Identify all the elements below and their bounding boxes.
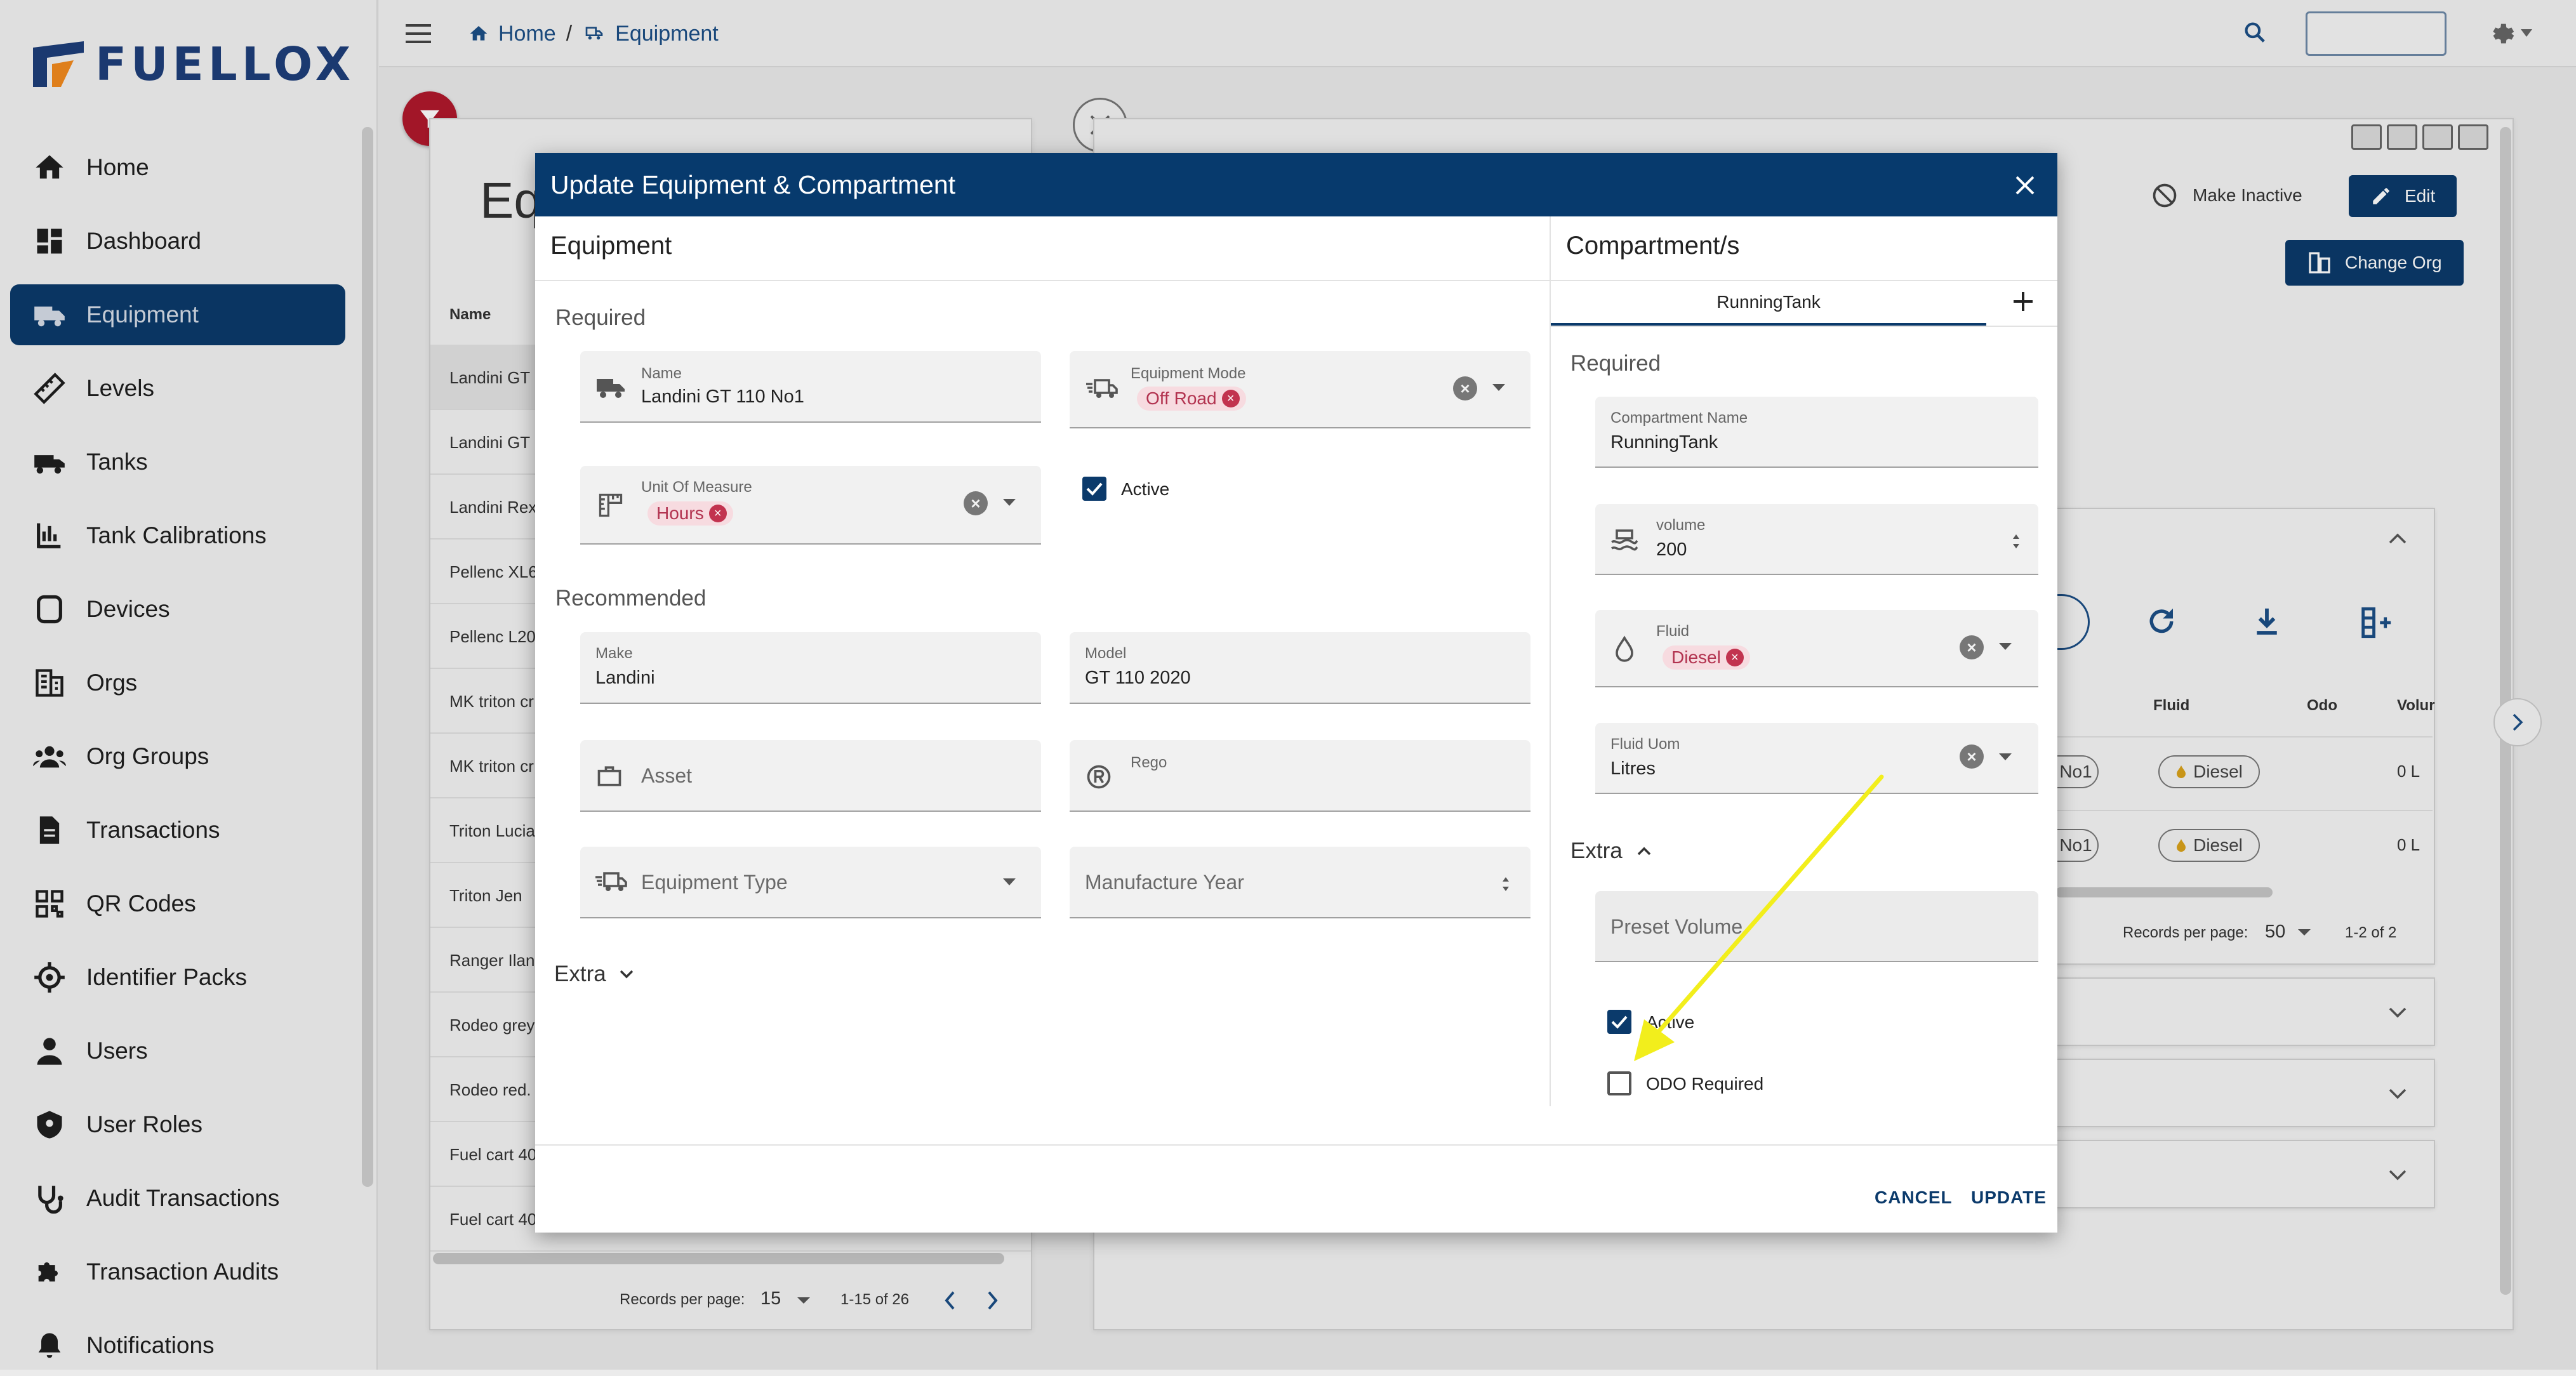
clear-icon[interactable]: ×	[1960, 635, 1984, 659]
dialog-title: Update Equipment & Compartment	[550, 169, 956, 199]
compartment-required-label: Required	[1570, 351, 1661, 376]
volume-field[interactable]: volume 200	[1595, 504, 2038, 575]
unit-of-measure-field[interactable]: Unit Of Measure Hours × ×	[580, 466, 1041, 545]
make-value: Landini	[595, 668, 655, 688]
dropdown-arrow-icon[interactable]	[1003, 878, 1016, 885]
volume-label: volume	[1656, 517, 1706, 534]
clear-icon[interactable]: ×	[1960, 744, 1984, 769]
equipment-required-label: Required	[555, 305, 646, 330]
number-stepper-icon[interactable]	[1501, 876, 1510, 892]
fluid-value: Diesel	[1671, 647, 1721, 667]
model-label: Model	[1085, 645, 1127, 662]
equipment-mode-field[interactable]: Equipment Mode Off Road × ×	[1070, 351, 1530, 428]
fast-truck-icon	[1086, 379, 1118, 398]
chip-remove-icon[interactable]: ×	[1221, 390, 1240, 407]
active-checkbox[interactable]	[1082, 477, 1106, 501]
update-button[interactable]: UPDATE	[1971, 1187, 2047, 1208]
name-field[interactable]: Name Landini GT 110 No1	[580, 351, 1041, 423]
compartment-name-label: Compartment Name	[1610, 409, 1748, 427]
dropdown-arrow-icon[interactable]	[1492, 384, 1505, 391]
rego-field[interactable]: Rego	[1070, 740, 1530, 812]
briefcase-icon	[597, 766, 621, 786]
rego-label: Rego	[1131, 754, 1167, 771]
model-field[interactable]: Model GT 110 2020	[1070, 632, 1530, 704]
annotation-arrow	[1634, 774, 1884, 1061]
add-compartment-icon[interactable]	[2012, 290, 2035, 313]
column-divider	[1550, 216, 1551, 1106]
chip-remove-icon[interactable]: ×	[1725, 649, 1744, 666]
chevron-down-icon	[620, 970, 633, 979]
fluid-field[interactable]: Fluid Diesel × ×	[1595, 610, 2038, 687]
name-value: Landini GT 110 No1	[641, 387, 804, 407]
clear-icon[interactable]: ×	[964, 491, 988, 515]
fluid-uom-label: Fluid Uom	[1610, 736, 1680, 753]
actions-divider	[535, 1144, 2057, 1146]
compartment-name-field[interactable]: Compartment Name RunningTank	[1595, 397, 2038, 468]
asset-placeholder: Asset	[641, 764, 693, 787]
cancel-button[interactable]: CANCEL	[1875, 1187, 1953, 1208]
dropdown-arrow-icon[interactable]	[1999, 643, 2012, 650]
equipment-heading: Equipment	[550, 232, 672, 260]
odo-required-checkbox[interactable]	[1607, 1071, 1631, 1095]
registered-icon	[1087, 765, 1111, 789]
checkmark-icon	[1086, 482, 1103, 496]
manufacture-year-placeholder: Manufacture Year	[1085, 871, 1244, 894]
volume-value: 200	[1656, 539, 1687, 560]
name-label: Name	[641, 365, 682, 382]
asset-field[interactable]: Asset	[580, 740, 1041, 812]
tab-runningtank-label: RunningTank	[1716, 292, 1821, 312]
dropdown-arrow-icon[interactable]	[1999, 753, 2012, 760]
fast-truck-icon	[595, 872, 627, 891]
fluid-label: Fluid	[1656, 623, 1690, 640]
compartment-name-value: RunningTank	[1610, 432, 1718, 453]
number-stepper-icon[interactable]	[2012, 533, 2021, 550]
dialog-close-icon[interactable]	[2014, 175, 2036, 196]
equipment-type-placeholder: Equipment Type	[641, 871, 788, 894]
active-label: Active	[1121, 479, 1170, 499]
compartment-extra-label: Extra	[1570, 838, 1623, 863]
dropdown-arrow-icon[interactable]	[1003, 499, 1016, 506]
recommended-label: Recommended	[555, 586, 707, 611]
truck-icon	[597, 379, 625, 398]
clear-icon[interactable]: ×	[1453, 376, 1477, 400]
equipment-type-field[interactable]: Equipment Type	[580, 847, 1041, 918]
model-value: GT 110 2020	[1085, 668, 1191, 688]
compartments-heading: Compartment/s	[1566, 232, 1740, 260]
water-level-icon	[1611, 529, 1638, 551]
equipment-divider	[535, 280, 1551, 281]
water-drop-icon	[1616, 635, 1633, 662]
ruler-icon	[599, 493, 623, 517]
unit-of-measure-value: Hours	[656, 503, 704, 523]
make-field[interactable]: Make Landini	[580, 632, 1041, 704]
diesel-chip[interactable]: Diesel ×	[1663, 645, 1750, 670]
equipment-extra-label: Extra	[554, 962, 606, 986]
make-label: Make	[595, 645, 633, 662]
tab-runningtank[interactable]: RunningTank	[1551, 281, 1986, 326]
equipment-mode-value: Off Road	[1146, 388, 1217, 408]
odo-required-label: ODO Required	[1646, 1074, 1764, 1094]
hours-chip[interactable]: Hours ×	[647, 501, 733, 526]
chip-remove-icon[interactable]: ×	[708, 505, 727, 522]
tabs-divider	[1551, 326, 2057, 327]
manufacture-year-field[interactable]: Manufacture Year	[1070, 847, 1530, 918]
equipment-extra-toggle[interactable]: Extra	[554, 962, 634, 987]
dialog-header: Update Equipment & Compartment	[535, 153, 2057, 216]
equipment-mode-label: Equipment Mode	[1131, 365, 1246, 382]
unit-of-measure-label: Unit Of Measure	[641, 479, 752, 496]
off-road-chip[interactable]: Off Road ×	[1137, 387, 1246, 411]
